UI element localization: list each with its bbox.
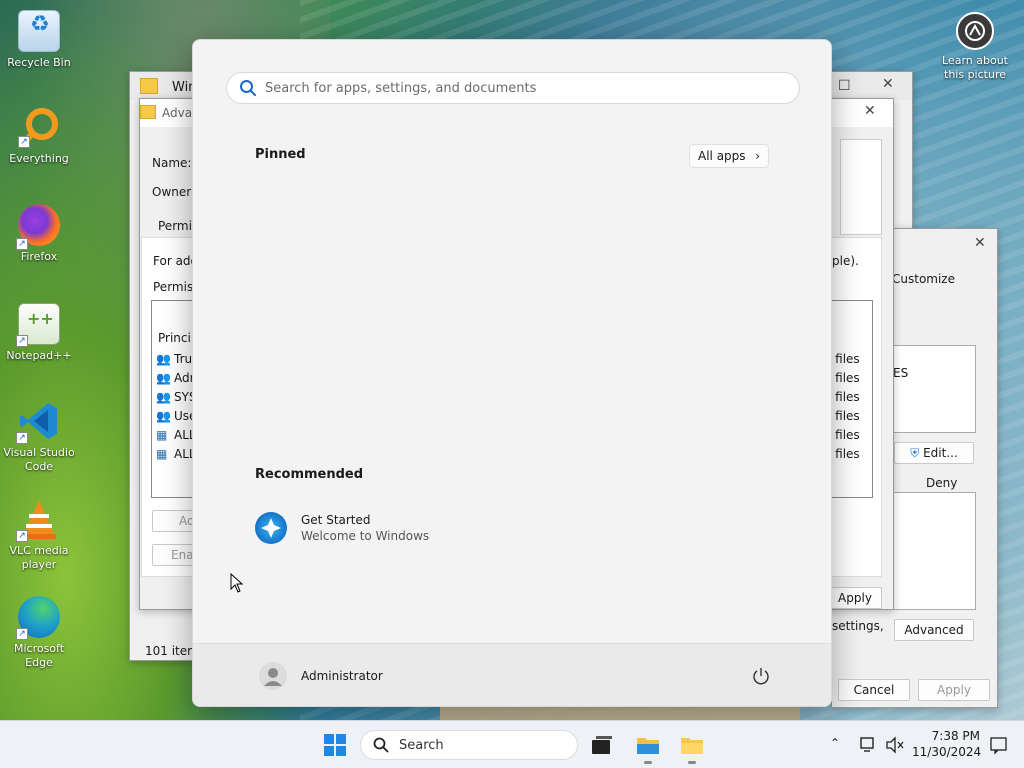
apply-button[interactable]: Apply (828, 587, 882, 609)
shortcut-arrow-icon: ↗ (16, 238, 28, 250)
permission-list[interactable] (892, 492, 976, 610)
volume-muted-icon[interactable] (884, 734, 906, 756)
recommended-title: Recommended (255, 467, 364, 482)
chevron-right-icon: › (755, 149, 760, 163)
group-users-icon: 👥 (156, 409, 171, 423)
desktop-icon-label: Microsoft Edge (13, 642, 65, 669)
folder-icon (140, 78, 158, 94)
recycle-bin-icon: ♻ (18, 10, 60, 52)
taskbar-search-label: Search (399, 737, 444, 753)
recommended-item-get-started[interactable]: Get Started Welcome to Windows (255, 510, 515, 546)
search-icon (373, 737, 389, 753)
applies-to: l files (828, 428, 860, 442)
chevron-up-icon[interactable]: ⌃ (830, 736, 840, 750)
taskbar: Search ⌃ 7:38 PM 11/30/2024 (0, 720, 1024, 768)
everything-search-icon: ↗ (18, 106, 60, 148)
power-icon[interactable] (751, 666, 771, 686)
edit-button-label: Edit... (923, 446, 958, 460)
all-apps-button[interactable]: All apps › (689, 144, 769, 168)
start-menu: Pinned All apps › Recommended Get Starte… (192, 39, 832, 707)
app-package-icon: ▦ (156, 447, 168, 461)
running-indicator (644, 761, 652, 764)
apply-button[interactable]: Apply (918, 679, 990, 701)
learn-about-picture-icon (956, 12, 994, 50)
shield-icon: ⛨ (910, 446, 920, 460)
pinned-grid (233, 180, 793, 460)
shortcut-arrow-icon: ↗ (16, 432, 28, 444)
desktop-learn-about-picture[interactable]: Learn about this picture (936, 12, 1014, 82)
cancel-button[interactable]: Cancel (838, 679, 910, 701)
running-indicator (688, 761, 696, 764)
shortcut-arrow-icon: ↗ (16, 628, 28, 640)
shortcut-arrow-icon: ↗ (16, 530, 28, 542)
desktop-icon-label: Notepad++ (6, 349, 72, 362)
desktop-icon-label: Everything (9, 152, 69, 165)
shortcut-arrow-icon: ↗ (16, 335, 28, 347)
close-icon[interactable]: ✕ (864, 103, 876, 119)
desktop-icon-recycle-bin[interactable]: ♻ Recycle Bin (0, 10, 78, 70)
desktop-icon-notepadpp[interactable]: ++ ↗ Notepad++ (0, 303, 78, 363)
task-view-icon[interactable] (588, 731, 616, 759)
desktop-icon-label: Firefox (20, 250, 58, 263)
applies-to: l files (828, 352, 860, 366)
desktop-icon-firefox[interactable]: ↗ Firefox (0, 204, 78, 264)
maximize-icon[interactable]: ☐ (838, 78, 851, 94)
desktop-icon-vlc[interactable]: ↗ VLC media player (0, 498, 78, 572)
start-search-box[interactable] (226, 72, 800, 104)
group-users-icon: 👥 (156, 352, 171, 366)
get-started-icon (255, 512, 287, 544)
applies-to: l files (828, 409, 860, 423)
group-list-item: ES (893, 366, 909, 380)
tab-customize[interactable]: Customize (892, 272, 955, 286)
deny-column-label: Deny (926, 476, 958, 490)
notifications-icon[interactable] (988, 734, 1010, 756)
group-users-icon: 👥 (156, 371, 171, 385)
folder-icon (140, 105, 156, 119)
advanced-settings-text: settings, (832, 619, 884, 633)
owner-label: Owner: (152, 185, 196, 199)
close-icon[interactable]: ✕ (882, 76, 894, 92)
desktop-icon-label: Learn about this picture (942, 54, 1008, 81)
applies-to: l files (828, 371, 860, 385)
pinned-title: Pinned (255, 147, 306, 162)
mouse-cursor-icon (230, 572, 244, 593)
all-apps-label: All apps (698, 149, 746, 163)
for-additional-info-end: ple). (832, 254, 859, 268)
network-icon[interactable] (858, 734, 880, 756)
desktop-icon-vscode[interactable]: ↗ Visual Studio Code (0, 400, 78, 474)
start-footer: Administrator (193, 643, 831, 706)
user-avatar-icon[interactable] (259, 662, 287, 690)
folder-icon[interactable] (678, 731, 706, 764)
windows-start-icon[interactable] (321, 731, 349, 759)
recommended-item-subtitle: Welcome to Windows (301, 529, 430, 543)
close-icon[interactable]: ✕ (974, 235, 986, 251)
clock-time[interactable]: 7:38 PM (918, 729, 980, 743)
start-search-input[interactable] (265, 80, 765, 96)
desktop-icon-label: VLC media player (9, 544, 69, 571)
taskbar-search[interactable]: Search (360, 730, 578, 760)
group-users-icon: 👥 (156, 390, 171, 404)
app-package-icon: ▦ (156, 428, 168, 442)
shortcut-arrow-icon: ↗ (18, 136, 30, 148)
search-icon (239, 79, 257, 97)
user-name[interactable]: Administrator (301, 669, 383, 683)
edit-button[interactable]: ⛨ Edit... (894, 442, 974, 464)
file-explorer-icon[interactable] (634, 731, 662, 764)
name-field-area (840, 139, 882, 235)
desktop-icon-edge[interactable]: ↗ Microsoft Edge (0, 596, 78, 670)
clock-date[interactable]: 11/30/2024 (912, 745, 981, 759)
group-list[interactable]: ES (892, 345, 976, 433)
recommended-item-title: Get Started (301, 513, 371, 527)
advanced-button[interactable]: Advanced (894, 619, 974, 641)
desktop-icon-label: Visual Studio Code (3, 446, 75, 473)
name-label: Name: (152, 156, 192, 170)
desktop-icon-label: Recycle Bin (7, 56, 71, 69)
applies-to: l files (828, 390, 860, 404)
desktop-icon-everything[interactable]: ↗ Everything (0, 106, 78, 166)
applies-to: l files (828, 447, 860, 461)
